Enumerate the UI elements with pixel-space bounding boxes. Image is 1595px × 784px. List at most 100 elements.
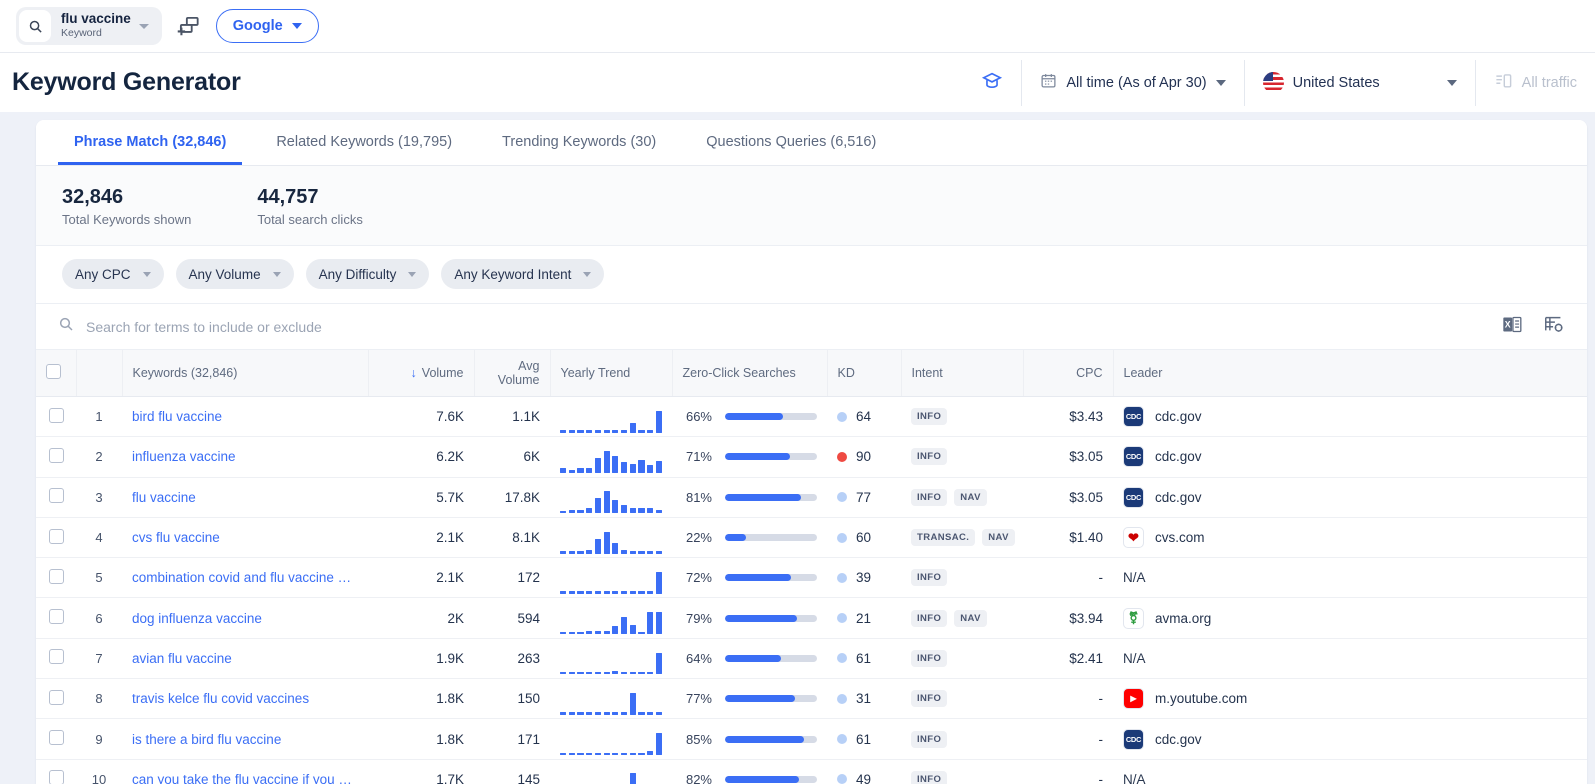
table-settings-icon[interactable] <box>1543 313 1565 340</box>
keyword-cell[interactable]: travis kelce flu covid vaccines <box>122 679 368 719</box>
excel-export-icon[interactable]: X <box>1502 314 1523 340</box>
keyword-link[interactable]: combination covid and flu vaccine … <box>132 570 351 585</box>
leader-column-cell: N/A <box>1113 759 1587 784</box>
table-row[interactable]: 7 avian flu vaccine 1.9K 263 64% 61 INFO… <box>36 638 1587 678</box>
chevron-down-icon <box>139 24 149 29</box>
keyword-cell[interactable]: cvs flu vaccine <box>122 517 368 557</box>
trend-sparkline <box>560 602 662 634</box>
filter-difficulty[interactable]: Any Difficulty <box>306 259 430 289</box>
zero-click-bar <box>725 776 817 783</box>
header-yearly-trend[interactable]: Yearly Trend <box>550 350 672 397</box>
filter-keyword-intent[interactable]: Any Keyword Intent <box>441 259 604 289</box>
row-checkbox[interactable] <box>49 690 64 705</box>
header-kd[interactable]: KD <box>827 350 901 397</box>
date-range-label: All time (As of Apr 30) <box>1066 75 1206 91</box>
table-row[interactable]: 6 dog influenza vaccine 2K 594 79% 21 IN… <box>36 598 1587 638</box>
trend-bar <box>604 712 610 715</box>
search-input[interactable] <box>86 319 1502 335</box>
table-row[interactable]: 2 influenza vaccine 6.2K 6K 71% 90 INFO … <box>36 437 1587 477</box>
leader-cell[interactable]: ❤cvs.com <box>1123 527 1577 548</box>
row-index: 1 <box>76 397 122 437</box>
trend-bar <box>647 465 653 473</box>
kd-value: 60 <box>856 530 871 545</box>
keyword-cell[interactable]: influenza vaccine <box>122 437 368 477</box>
zero-click-percent: 81% <box>682 490 712 505</box>
leader-cell[interactable]: CDCcdc.gov <box>1123 487 1577 508</box>
row-checkbox[interactable] <box>49 448 64 463</box>
leader-cell[interactable]: CDCcdc.gov <box>1123 446 1577 467</box>
tab-questions-queries[interactable]: Questions Queries (6,516) <box>690 120 892 165</box>
keyword-selector[interactable]: flu vaccine Keyword <box>16 7 162 45</box>
row-index: 5 <box>76 558 122 598</box>
table-row[interactable]: 4 cvs flu vaccine 2.1K 8.1K 22% 60 TRANS… <box>36 517 1587 557</box>
kd-value: 61 <box>856 732 871 747</box>
keyword-cell[interactable]: bird flu vaccine <box>122 397 368 437</box>
keyword-cell[interactable]: dog influenza vaccine <box>122 598 368 638</box>
keyword-cell[interactable]: is there a bird flu vaccine <box>122 719 368 759</box>
header-leader[interactable]: Leader <box>1113 350 1587 397</box>
filter-cpc[interactable]: Any CPC <box>62 259 164 289</box>
avma-favicon: ⚧ <box>1123 608 1144 629</box>
row-checkbox[interactable] <box>49 730 64 745</box>
kd-cell: 77 <box>827 477 901 517</box>
keyword-link[interactable]: bird flu vaccine <box>132 409 222 424</box>
row-checkbox[interactable] <box>49 609 64 624</box>
date-range-selector[interactable]: All time (As of Apr 30) <box>1021 60 1243 106</box>
keyword-link[interactable]: flu vaccine <box>132 490 196 505</box>
row-checkbox[interactable] <box>49 569 64 584</box>
keyword-link[interactable]: is there a bird flu vaccine <box>132 732 281 747</box>
trend-bar <box>604 591 610 594</box>
traffic-label: All traffic <box>1522 75 1577 91</box>
tab-trending-keywords[interactable]: Trending Keywords (30) <box>486 120 672 165</box>
table-row[interactable]: 3 flu vaccine 5.7K 17.8K 81% 77 INFONAV … <box>36 477 1587 517</box>
header-zero-click[interactable]: Zero-Click Searches <box>672 350 827 397</box>
row-checkbox[interactable] <box>49 770 64 784</box>
yearly-trend-cell <box>550 638 672 678</box>
leader-cell[interactable]: ▶m.youtube.com <box>1123 688 1577 709</box>
leader-cell[interactable]: CDCcdc.gov <box>1123 729 1577 750</box>
kd-value: 64 <box>856 409 871 424</box>
leader-cell[interactable]: ⚧avma.org <box>1123 608 1577 629</box>
keyword-link[interactable]: avian flu vaccine <box>132 651 232 666</box>
header-cpc[interactable]: CPC <box>1023 350 1113 397</box>
row-checkbox[interactable] <box>49 488 64 503</box>
trend-bar <box>656 461 662 473</box>
trend-sparkline <box>560 763 662 784</box>
select-all-checkbox[interactable] <box>46 364 61 379</box>
row-checkbox[interactable] <box>49 649 64 664</box>
filter-volume[interactable]: Any Volume <box>176 259 294 289</box>
trend-sparkline <box>560 562 662 594</box>
table-row[interactable]: 8 travis kelce flu covid vaccines 1.8K 1… <box>36 679 1587 719</box>
keyword-link[interactable]: can you take the flu vaccine if you … <box>132 772 352 784</box>
keyword-link[interactable]: influenza vaccine <box>132 449 236 464</box>
header-keywords[interactable]: Keywords (32,846) <box>122 350 368 397</box>
country-selector[interactable]: United States <box>1244 60 1475 106</box>
table-row[interactable]: 1 bird flu vaccine 7.6K 1.1K 66% 64 INFO… <box>36 397 1587 437</box>
keyword-cell[interactable]: combination covid and flu vaccine … <box>122 558 368 598</box>
avg-volume-cell: 1.1K <box>474 397 550 437</box>
trend-bar <box>577 632 583 635</box>
search-engine-selector[interactable]: Google <box>216 9 319 43</box>
table-row[interactable]: 5 combination covid and flu vaccine … 2.… <box>36 558 1587 598</box>
row-checkbox[interactable] <box>49 408 64 423</box>
trend-bar <box>595 631 601 634</box>
table-row[interactable]: 10 can you take the flu vaccine if you …… <box>36 759 1587 784</box>
keyword-cell[interactable]: avian flu vaccine <box>122 638 368 678</box>
keyword-link[interactable]: dog influenza vaccine <box>132 611 262 626</box>
traffic-selector[interactable]: All traffic <box>1475 60 1595 106</box>
tab-phrase-match[interactable]: Phrase Match (32,846) <box>58 120 242 165</box>
header-intent[interactable]: Intent <box>901 350 1023 397</box>
keyword-cell[interactable]: can you take the flu vaccine if you … <box>122 759 368 784</box>
keyword-link[interactable]: cvs flu vaccine <box>132 530 220 545</box>
keyword-link[interactable]: travis kelce flu covid vaccines <box>132 691 309 706</box>
tab-related-keywords[interactable]: Related Keywords (19,795) <box>260 120 468 165</box>
trend-bar <box>621 462 627 473</box>
row-checkbox[interactable] <box>49 529 64 544</box>
keyword-cell[interactable]: flu vaccine <box>122 477 368 517</box>
leader-cell[interactable]: CDCcdc.gov <box>1123 406 1577 427</box>
compare-icon[interactable] <box>176 13 202 39</box>
header-avg-volume[interactable]: Avg Volume <box>474 350 550 397</box>
academy-button[interactable] <box>963 60 1021 106</box>
table-row[interactable]: 9 is there a bird flu vaccine 1.8K 171 8… <box>36 719 1587 759</box>
header-volume[interactable]: ↓Volume <box>368 350 474 397</box>
